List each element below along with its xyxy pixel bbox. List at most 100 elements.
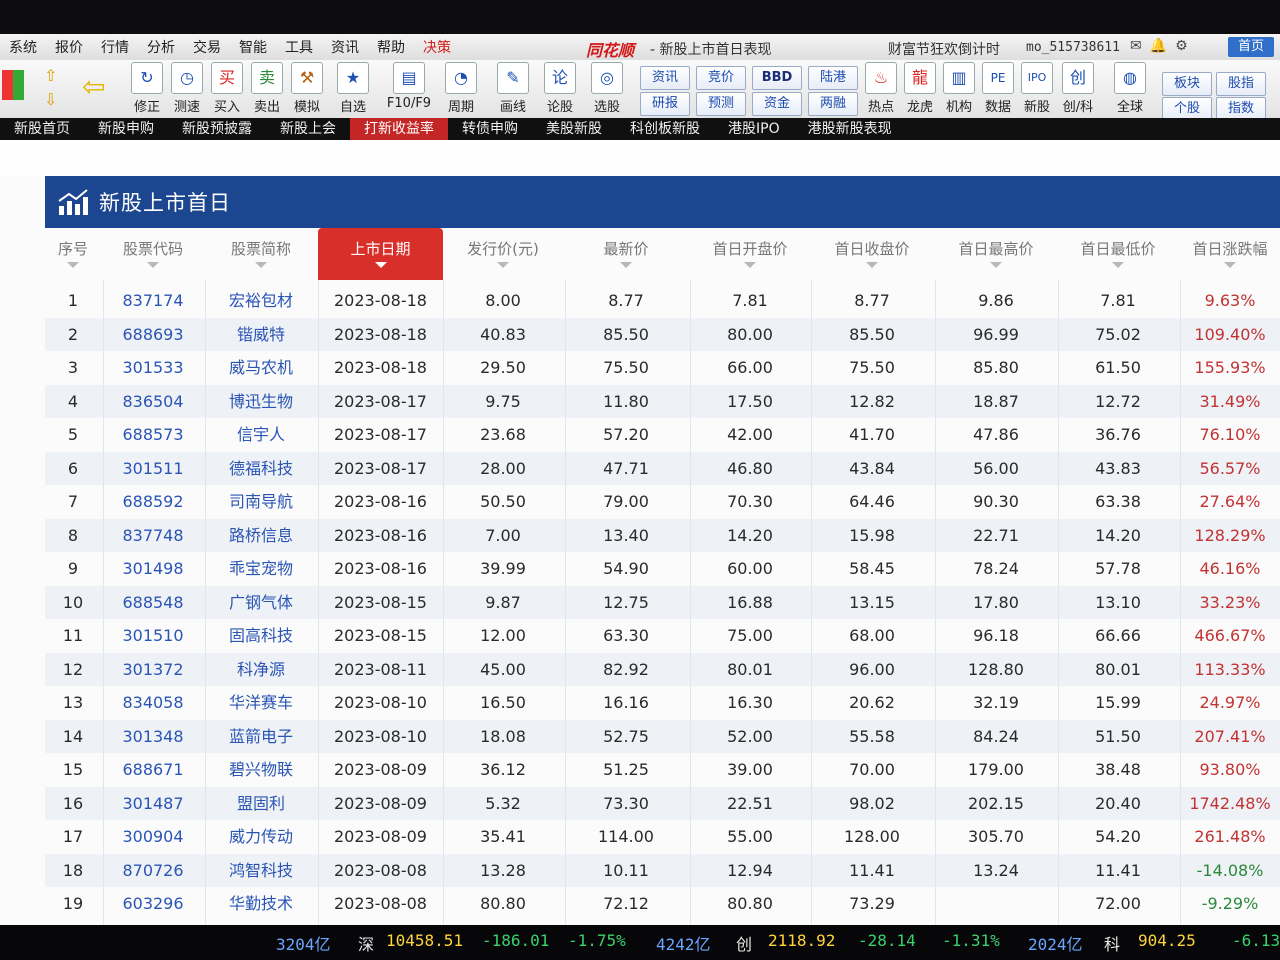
col-name-cell[interactable]: 德福科技 (205, 452, 317, 485)
user-id[interactable]: mo_515738611 (1026, 40, 1120, 55)
col-code-cell[interactable]: 603296 (103, 887, 203, 920)
col-name-cell[interactable]: 蓝箭电子 (205, 720, 317, 753)
tab-ipo-subscribe[interactable]: 新股申购 (84, 118, 168, 140)
tool-simulate[interactable]: ⚒ 模拟 (287, 62, 327, 115)
tab-star-ipo[interactable]: 科创板新股 (616, 118, 714, 140)
btn-news[interactable]: 资讯 (640, 66, 690, 90)
tool-period[interactable]: ◔ 周期 (441, 62, 481, 115)
tab-hk-ipo-performance[interactable]: 港股新股表现 (794, 118, 906, 140)
home-button[interactable]: 首页 (1228, 37, 1274, 57)
tab-hk-ipo[interactable]: 港股IPO (714, 118, 794, 140)
tool-forum[interactable]: 论论股 (540, 62, 580, 115)
tab-ipo-return[interactable]: 打新收益率 (350, 118, 448, 140)
table-row[interactable]: 11 301510 固高科技 2023-08-15 12.00 63.30 75.00 68.… (45, 619, 1280, 652)
tab-convertible-bond[interactable]: 转债申购 (448, 118, 532, 140)
menu-tools[interactable]: 工具 (276, 37, 322, 57)
col-code-cell[interactable]: 836504 (103, 385, 203, 418)
tool-f10[interactable]: ▤ F10/F9 (386, 62, 432, 111)
col-code-cell[interactable]: 688548 (103, 586, 203, 619)
col-code-cell[interactable]: 301372 (103, 653, 203, 686)
tab-ipo-home[interactable]: 新股首页 (0, 118, 84, 140)
tool-watchlist[interactable]: ★ 自选 (333, 62, 373, 115)
table-row[interactable]: 15 688671 碧兴物联 2023-08-09 36.12 51.25 39.00 70.… (45, 753, 1280, 786)
col-name-cell[interactable]: 科净源 (205, 653, 317, 686)
col-name-cell[interactable]: 路桥信息 (205, 519, 317, 552)
tool-draw[interactable]: ✎ 画线 (493, 62, 533, 115)
header-col-code[interactable]: 股票代码 (103, 228, 203, 280)
table-row[interactable]: 2 688693 锴威特 2023-08-18 40.83 85.50 80.00 85.50… (45, 317, 1280, 351)
tool-sell[interactable]: 卖卖出 (247, 62, 287, 115)
col-code-cell[interactable]: 870726 (103, 854, 203, 887)
table-row[interactable]: 13 834058 华洋赛车 2023-08-10 16.50 16.16 16.30 20.… (45, 686, 1280, 719)
menu-quote[interactable]: 报价 (46, 37, 92, 57)
tool-data[interactable]: PE 数据 (978, 62, 1018, 115)
header-col-issue-price[interactable]: 发行价(元) (443, 228, 563, 280)
tool-chinext-star[interactable]: 创创/科 (1058, 62, 1098, 115)
table-row[interactable]: 8 837748 路桥信息 2023-08-16 7.00 13.40 14.20 15.98… (45, 518, 1280, 552)
col-code-cell[interactable]: 688693 (103, 318, 203, 351)
menu-news[interactable]: 资讯 (322, 37, 368, 57)
col-name-cell[interactable]: 威马农机 (205, 351, 317, 384)
table-row[interactable]: 16 301487 盟固利 2023-08-09 5.32 73.30 22.51 98.02… (45, 786, 1280, 820)
col-name-cell[interactable]: 华勤技术 (205, 887, 317, 920)
bell-icon[interactable]: 🔔 (1150, 38, 1167, 54)
table-row[interactable]: 1 837174 宏裕包材 2023-08-18 8.00 8.77 7.81 8.77 9.8… (45, 284, 1280, 317)
header-col-first-high[interactable]: 首日最高价 (935, 228, 1057, 280)
header-col-index[interactable]: 序号 (45, 228, 101, 280)
tool-correct[interactable]: ↻ 修正 (127, 62, 167, 115)
table-row[interactable]: 5 688573 信宇人 2023-08-17 23.68 57.20 42.00 41.70… (45, 418, 1280, 451)
col-code-cell[interactable]: 688671 (103, 753, 203, 786)
menu-system[interactable]: 系统 (0, 37, 46, 57)
table-row[interactable]: 3 301533 威马农机 2023-08-18 29.50 75.50 66.00 75.5… (45, 351, 1280, 384)
col-name-cell[interactable]: 乖宝宠物 (205, 552, 317, 585)
col-name-cell[interactable]: 盟固利 (205, 787, 317, 820)
promo-link[interactable]: 财富节狂欢倒计时 (888, 39, 1000, 59)
col-code-cell[interactable]: 301533 (103, 351, 203, 384)
btn-bbd[interactable]: BBD (752, 66, 802, 90)
tool-hotspot[interactable]: ♨ 热点 (861, 62, 901, 115)
table-row[interactable]: 18 870726 鸿智科技 2023-08-08 13.28 10.11 12.94 11.… (45, 853, 1280, 887)
header-col-first-open[interactable]: 首日开盘价 (690, 228, 810, 280)
tool-ipo[interactable]: IPO 新股 (1017, 62, 1057, 115)
btn-auction[interactable]: 竞价 (696, 66, 746, 90)
col-code-cell[interactable]: 837748 (103, 519, 203, 552)
btn-margin[interactable]: 两融 (808, 92, 858, 116)
tool-stock-picker[interactable]: ◎ 选股 (587, 62, 627, 115)
btn-research[interactable]: 研报 (640, 92, 690, 116)
table-row[interactable]: 14 301348 蓝箭电子 2023-08-10 18.08 52.75 52.00 55.… (45, 719, 1280, 753)
menu-help[interactable]: 帮助 (368, 37, 414, 57)
col-code-cell[interactable]: 301511 (103, 452, 203, 485)
table-row[interactable]: 17 300904 威力传动 2023-08-09 35.41 114.00 55.00 12… (45, 820, 1280, 853)
header-col-list-date[interactable]: 上市日期 (318, 228, 443, 280)
col-name-cell[interactable]: 碧兴物联 (205, 753, 317, 786)
menu-decision[interactable]: 决策 (414, 37, 460, 57)
btn-capital[interactable]: 资金 (752, 92, 802, 116)
col-name-cell[interactable]: 博迅生物 (205, 385, 317, 418)
tool-institution[interactable]: ▥ 机构 (939, 62, 979, 115)
col-name-cell[interactable]: 固高科技 (205, 619, 317, 652)
col-name-cell[interactable]: 威力传动 (205, 820, 317, 853)
col-name-cell[interactable]: 广钢气体 (205, 586, 317, 619)
table-row[interactable]: 10 688548 广钢气体 2023-08-15 9.87 12.75 16.88 13.1… (45, 585, 1280, 619)
table-row[interactable]: 7 688592 司南导航 2023-08-16 50.50 79.00 70.30 64.4… (45, 485, 1280, 518)
col-name-cell[interactable]: 锴威特 (205, 318, 317, 351)
col-name-cell[interactable]: 鸿智科技 (205, 854, 317, 887)
tab-ipo-predisclosure[interactable]: 新股预披露 (168, 118, 266, 140)
tool-buy[interactable]: 买买入 (207, 62, 247, 115)
header-col-first-change[interactable]: 首日涨跌幅 (1180, 228, 1280, 280)
col-name-cell[interactable]: 华洋赛车 (205, 686, 317, 719)
settings-icon[interactable]: ⚙ (1175, 38, 1188, 54)
table-row[interactable]: 6 301511 德福科技 2023-08-17 28.00 47.71 46.80 43.8… (45, 451, 1280, 485)
layout-icon[interactable] (2, 70, 24, 100)
col-code-cell[interactable]: 688573 (103, 418, 203, 451)
table-row[interactable]: 12 301372 科净源 2023-08-11 45.00 82.92 80.01 96.0… (45, 652, 1280, 686)
menu-market[interactable]: 行情 (92, 37, 138, 57)
header-col-first-close[interactable]: 首日收盘价 (811, 228, 933, 280)
table-row[interactable]: 4 836504 博迅生物 2023-08-17 9.75 11.80 17.50 12.82… (45, 384, 1280, 418)
tab-ipo-review[interactable]: 新股上会 (266, 118, 350, 140)
menu-smart[interactable]: 智能 (230, 37, 276, 57)
col-name-cell[interactable]: 信宇人 (205, 418, 317, 451)
tab-us-ipo[interactable]: 美股新股 (532, 118, 616, 140)
table-row[interactable]: 19 603296 华勤技术 2023-08-08 80.80 72.12 80.80 73.… (45, 887, 1280, 920)
col-code-cell[interactable]: 301348 (103, 720, 203, 753)
